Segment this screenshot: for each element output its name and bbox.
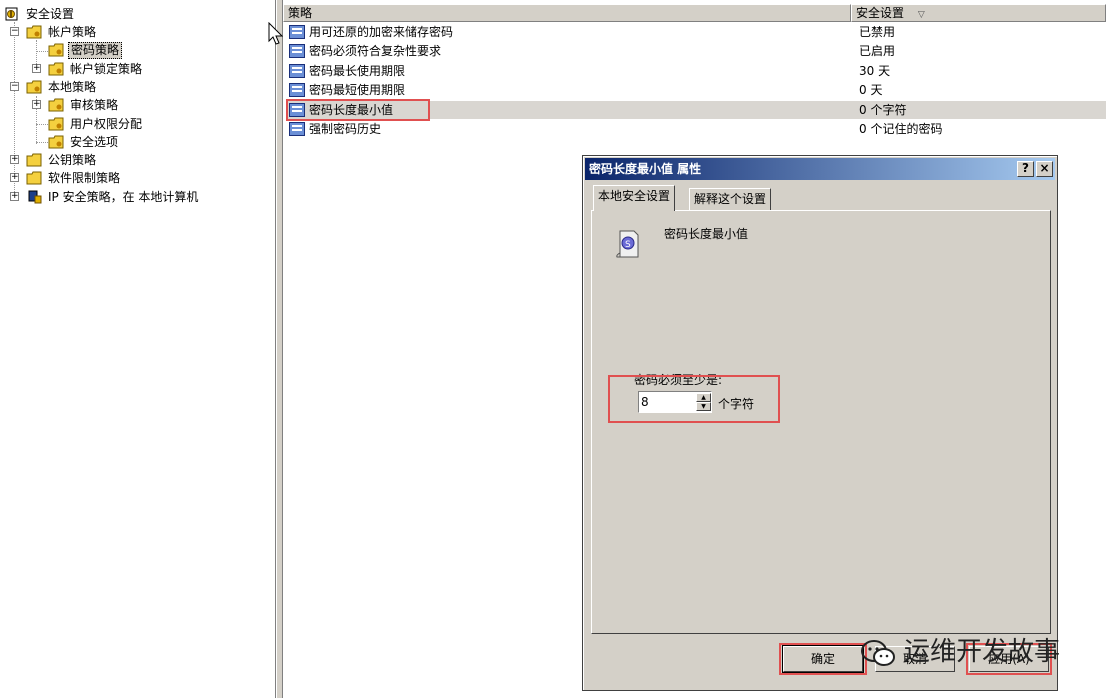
tab-local-security-setting[interactable]: 本地安全设置 [593,185,676,211]
tab-panel: S 密码长度最小值 密码必须至少是: ▲ ▼ 个字符 [591,210,1051,634]
tree-label-selected: 密码策略 [68,42,123,59]
pane-splitter[interactable] [276,0,283,698]
dialog-title: 密码长度最小值 属性 [589,162,702,176]
tree-label: 安全选项 [70,135,119,149]
policy-name: 用可还原的加密来储存密码 [309,25,454,39]
folder-icon [48,98,64,112]
tree-label: 安全设置 [26,7,75,21]
tree-line [36,142,48,143]
tree-label: 帐户策略 [48,25,97,39]
help-button[interactable]: ? [1017,161,1034,177]
policy-value: 已禁用 [859,25,896,39]
folder-icon [26,153,42,167]
tree-label: 帐户锁定策略 [70,62,143,76]
tree-label: IP 安全策略，在 本地计算机 [48,190,199,204]
folder-icon [26,80,42,94]
wechat-logo-icon [861,639,895,666]
dialog-titlebar[interactable]: 密码长度最小值 属性 ? × [585,158,1055,180]
policy-icon [289,25,305,39]
properties-dialog: 密码长度最小值 属性 ? × 本地安全设置 解释这个设置 S 密码长度最小值 密… [582,155,1058,691]
policy-row[interactable]: 密码最短使用期限 0 天 [287,81,1106,99]
folder-icon [48,43,64,57]
policy-name: 密码长度最小值 [309,103,394,117]
policy-row[interactable]: 密码最长使用期限 30 天 [287,62,1106,80]
folder-icon [26,25,42,39]
expand-icon[interactable]: + [10,155,19,164]
policy-icon [289,122,305,136]
min-length-label: 密码必须至少是: [634,373,723,387]
policy-value: 30 天 [859,64,891,78]
expand-icon[interactable]: + [10,192,19,201]
policy-icon [289,44,305,58]
expand-icon[interactable]: + [32,64,41,73]
column-header-setting[interactable]: 安全设置 ▽ [851,4,1106,22]
close-button[interactable]: × [1036,161,1053,177]
collapse-icon[interactable]: − [10,82,19,91]
policy-icon [289,83,305,97]
policy-row[interactable]: 强制密码历史 0 个记住的密码 [287,120,1106,138]
expand-icon[interactable]: + [32,100,41,109]
security-settings-icon [5,7,18,21]
watermark: 运维开发故事 [860,632,1060,672]
tab-explain-setting[interactable]: 解释这个设置 [689,188,772,210]
policy-document-icon: S [616,230,639,258]
expand-icon[interactable]: + [10,173,19,182]
unit-label: 个字符 [718,397,755,411]
policy-row[interactable]: 用可还原的加密来储存密码 已禁用 [287,23,1106,41]
policy-value: 0 个记住的密码 [859,122,943,136]
folder-icon [48,135,64,149]
collapse-icon[interactable]: − [10,27,19,36]
policy-value: 已启用 [859,44,896,58]
policy-name: 强制密码历史 [309,122,382,136]
watermark-text: 运维开发故事 [904,637,1061,667]
policy-value: 0 个字符 [859,103,907,117]
policy-icon [289,103,305,117]
ok-button[interactable]: 确定 [782,645,864,673]
tree-label: 本地策略 [48,80,97,94]
svg-text:S: S [625,240,631,250]
spin-down-icon[interactable]: ▼ [696,402,711,411]
tree-label: 公钥策略 [48,153,97,167]
column-header-policy[interactable]: 策略 [283,4,851,22]
tree-label: 审核策略 [70,98,119,112]
policy-name: 密码必须符合复杂性要求 [309,44,442,58]
tree-line [36,124,48,125]
folder-icon [48,62,64,76]
sort-arrow-icon: ▽ [917,10,925,20]
policy-row-selected[interactable]: 密码长度最小值 0 个字符 [287,101,1106,119]
console-tree: 安全设置 − 帐户策略 密码策略 + 帐户锁定策略 − 本地策略 + 审核策略 … [0,0,276,698]
tree-label: 用户权限分配 [70,117,143,131]
tree-label: 软件限制策略 [48,171,121,185]
folder-icon [48,117,64,131]
policy-name: 密码最长使用期限 [309,64,406,78]
min-length-stepper[interactable]: ▲ ▼ [696,393,711,411]
column-header-label: 安全设置 [856,6,905,20]
folder-icon [26,171,42,185]
policy-icon [289,64,305,78]
policy-name: 密码最短使用期限 [309,83,406,97]
ip-security-icon [28,190,42,204]
policy-value: 0 天 [859,83,883,97]
tree-line [36,51,48,52]
mouse-cursor-icon [268,22,284,45]
policy-heading: 密码长度最小值 [664,227,749,241]
spin-up-icon[interactable]: ▲ [696,393,711,402]
policy-row[interactable]: 密码必须符合复杂性要求 已启用 [287,42,1106,60]
